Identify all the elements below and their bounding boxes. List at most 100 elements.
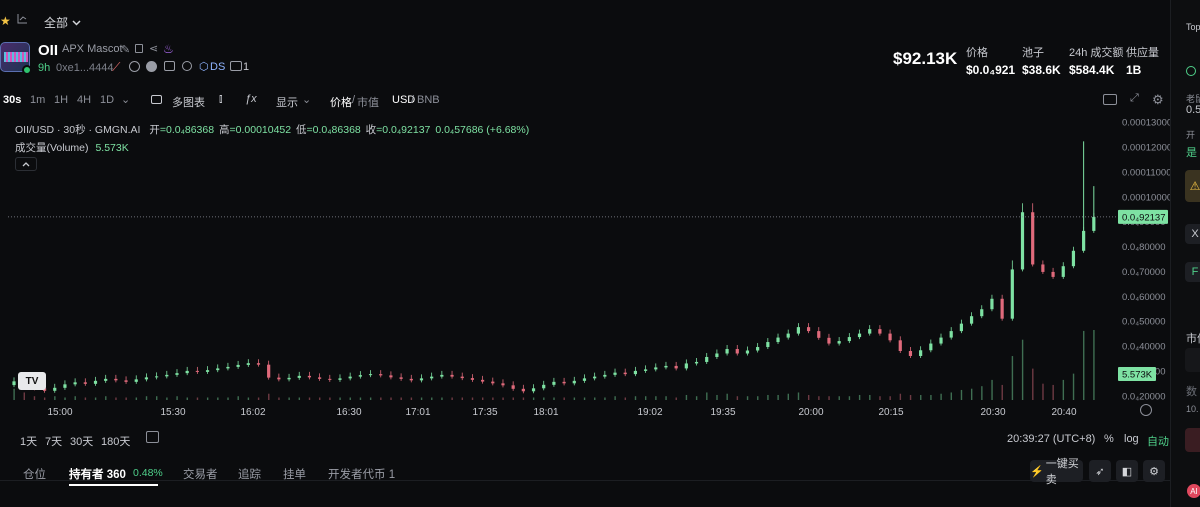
multi-chart-button[interactable]: 多图表 <box>172 94 205 110</box>
fullscreen-icon[interactable]: ⤢ <box>1130 92 1139 105</box>
stat-label: 价格 <box>966 47 988 59</box>
candle <box>216 368 220 371</box>
candle <box>104 378 108 381</box>
volume-bar <box>349 397 351 400</box>
globe-icon[interactable] <box>129 61 140 72</box>
tab-tracking[interactable]: 追踪 <box>238 466 261 482</box>
add-chart-icon[interactable] <box>151 95 162 104</box>
candle <box>929 343 933 351</box>
candle <box>430 376 434 379</box>
verified-badge <box>22 65 32 75</box>
volume-bar <box>227 397 229 400</box>
volume-bar <box>298 397 301 400</box>
quick-trade-button[interactable]: ⚡ 一键买卖 <box>1030 458 1083 486</box>
token-symbol: OII <box>38 42 59 59</box>
toggle-divider: / <box>411 94 415 106</box>
social-icon[interactable] <box>146 61 157 72</box>
volume-bar <box>431 397 433 400</box>
pen-icon[interactable]: ⟋ <box>112 60 120 75</box>
price-chart[interactable]: OII/USD · 30秒 · GMGN.AI 开=0.0₄86368 高=0.… <box>0 114 1170 424</box>
token-name: APX Mascot <box>62 43 123 55</box>
edit-icon[interactable]: ✎ <box>121 43 130 56</box>
mcap-toggle[interactable]: 市值 <box>357 94 379 110</box>
x-tick-label: 16:30 <box>336 407 361 418</box>
star-icon[interactable]: ★ <box>0 14 11 28</box>
holders-small-count: 1 <box>243 61 250 73</box>
volume-bar <box>257 397 260 400</box>
range-1d[interactable]: 1天 <box>20 433 37 449</box>
candle <box>419 378 424 381</box>
candle <box>1071 250 1076 267</box>
candle <box>572 380 576 384</box>
candle <box>165 374 169 377</box>
candle <box>735 349 739 354</box>
volume-bar <box>594 397 596 400</box>
volume-bar <box>380 397 382 400</box>
y-tick-label: 0.0₄70000 <box>1122 267 1166 278</box>
price-toggle[interactable]: 价格 <box>330 94 352 110</box>
settings-button[interactable]: ⚙ <box>1143 460 1165 482</box>
range-7d[interactable]: 7天 <box>45 433 62 449</box>
ds-label[interactable]: DS <box>210 61 225 73</box>
volume-bar <box>1042 383 1044 400</box>
dexscreener-icon[interactable]: ⬡ <box>199 60 209 73</box>
camera-icon[interactable] <box>1103 94 1117 105</box>
tab-positions[interactable]: 仓位 <box>23 466 46 482</box>
candle-type-icon[interactable]: ⫾ <box>219 93 223 106</box>
interval-30s[interactable]: 30s <box>3 94 21 106</box>
display-dropdown[interactable]: 显示 <box>276 94 298 110</box>
rocket-button[interactable]: ➶ <box>1089 460 1111 482</box>
search-icon[interactable] <box>182 61 192 71</box>
share-icon[interactable]: ⋖ <box>149 42 158 55</box>
chart-plot[interactable]: 0.00013000 0.00012000 0.00011000 0.00010000… <box>0 114 1170 424</box>
candle <box>857 333 862 338</box>
tab-dev-tokens[interactable]: 开发者代币 1 <box>328 466 395 482</box>
x-button[interactable]: X <box>1185 224 1200 244</box>
range-180d[interactable]: 180天 <box>101 433 130 449</box>
right-top-label[interactable]: Top <box>1186 22 1200 32</box>
candle <box>114 378 118 381</box>
chart-line-icon[interactable] <box>17 13 28 24</box>
gear-icon[interactable]: ⚙ <box>1152 92 1164 108</box>
interval-dropdown-icon[interactable]: ⌄ <box>121 93 130 106</box>
date-range-icon[interactable] <box>146 431 159 443</box>
interval-1m[interactable]: 1m <box>30 94 45 106</box>
candle <box>338 378 342 380</box>
toggle-divider: / <box>352 94 356 106</box>
volume-bar <box>54 396 56 400</box>
bnb-toggle[interactable]: BNB <box>417 94 440 106</box>
chevron-down-icon <box>72 16 81 30</box>
candle <box>643 369 648 371</box>
range-30d[interactable]: 30天 <box>70 433 93 449</box>
auto-toggle[interactable]: 自动 <box>1147 433 1169 449</box>
filter-dropdown[interactable]: 全部 <box>44 14 81 31</box>
indicator-icon[interactable]: ƒx <box>245 93 257 105</box>
right-input[interactable] <box>1185 348 1200 372</box>
interval-4h[interactable]: 4H <box>77 94 91 106</box>
copy-icon[interactable] <box>135 44 143 53</box>
chevron-down-icon[interactable]: ⌄ <box>302 93 311 106</box>
interval-1d[interactable]: 1D <box>100 94 114 106</box>
warning-badge: ⚠ <box>1185 170 1200 202</box>
token-address[interactable]: 0xe1...4444 <box>56 62 114 74</box>
layout-button[interactable]: ◧ <box>1116 460 1138 482</box>
candle <box>715 353 719 357</box>
candle <box>236 364 240 367</box>
right-red-button[interactable] <box>1185 428 1200 452</box>
message-icon[interactable] <box>164 61 175 71</box>
tab-holders[interactable]: 持有者 360 <box>69 466 126 482</box>
candle <box>205 370 210 372</box>
tab-orders[interactable]: 挂单 <box>283 466 306 482</box>
ai-button[interactable]: AI <box>1187 484 1200 498</box>
interval-1h[interactable]: 1H <box>54 94 68 106</box>
volume-bar <box>359 397 362 400</box>
clock-time[interactable]: 20:39:27 (UTC+8) <box>1007 433 1095 445</box>
log-toggle[interactable]: log <box>1124 433 1139 445</box>
volume-bar <box>217 397 219 400</box>
percent-toggle[interactable]: % <box>1104 433 1114 445</box>
tab-traders[interactable]: 交易者 <box>183 466 218 482</box>
volume-bar <box>502 397 504 400</box>
candle <box>878 329 882 334</box>
f-button[interactable]: F <box>1185 262 1200 282</box>
chart-settings-icon[interactable] <box>1140 404 1152 416</box>
